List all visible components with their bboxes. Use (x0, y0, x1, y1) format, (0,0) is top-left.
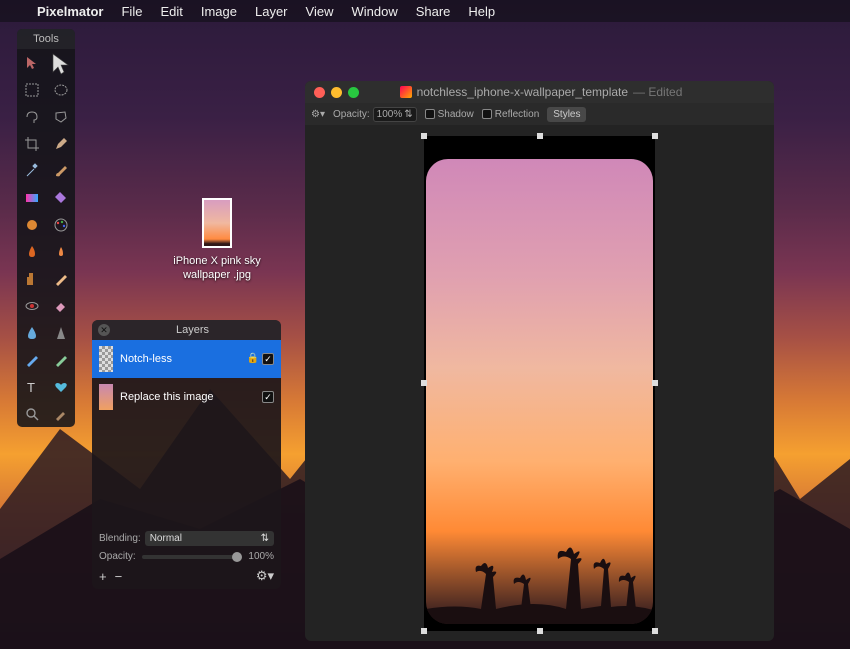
red-eye-tool[interactable] (17, 292, 46, 319)
add-layer-button[interactable]: + (99, 569, 107, 584)
layers-panel-title: Layers (110, 324, 275, 336)
tools-panel: Tools T (17, 29, 75, 427)
brush-tool[interactable] (46, 157, 75, 184)
lasso-tool[interactable] (17, 103, 46, 130)
toolbar-opacity-field[interactable]: 100%⇅ (373, 107, 417, 122)
gear-icon[interactable]: ⚙︎▾ (311, 109, 325, 120)
palm-silhouettes (426, 514, 653, 624)
eyedropper-tool[interactable] (46, 400, 75, 427)
dodge-tool[interactable] (46, 238, 75, 265)
layer-thumbnail (99, 346, 113, 372)
gradient-tool[interactable] (17, 184, 46, 211)
wand-tool[interactable] (17, 157, 46, 184)
tools-panel-title: Tools (17, 29, 75, 49)
layer-name: Notch-less (120, 353, 240, 365)
lock-icon[interactable]: 🔒 (247, 353, 259, 365)
resize-handle[interactable] (537, 628, 543, 634)
shadow-checkbox[interactable] (425, 109, 435, 119)
gear-icon[interactable]: ⚙︎▾ (256, 568, 274, 584)
heart-shape-tool[interactable] (46, 373, 75, 400)
rect-select-tool[interactable] (17, 76, 46, 103)
macos-menubar: Pixelmator File Edit Image Layer View Wi… (0, 0, 850, 22)
sharpen-tool[interactable] (46, 319, 75, 346)
svg-text:T: T (27, 380, 35, 395)
layers-panel: ✕ Layers Notch-less 🔒 Replace this image… (92, 320, 281, 589)
crop-tool[interactable] (17, 130, 46, 157)
shape-tool[interactable] (17, 211, 46, 238)
transform-tool[interactable] (46, 49, 75, 76)
blending-dropdown[interactable]: Normal⇅ (145, 531, 274, 546)
poly-lasso-tool[interactable] (46, 103, 75, 130)
window-close-button[interactable] (314, 87, 325, 98)
document-icon (400, 86, 412, 98)
canvas-area[interactable] (305, 125, 774, 641)
paint-tool[interactable] (46, 211, 75, 238)
desktop-file[interactable]: iPhone X pink sky wallpaper .jpg (172, 198, 262, 282)
close-icon[interactable]: ✕ (98, 324, 110, 336)
resize-handle[interactable] (421, 133, 427, 139)
opacity-value: 100% (248, 551, 274, 562)
burn-tool[interactable] (17, 238, 46, 265)
window-zoom-button[interactable] (348, 87, 359, 98)
clone-tool[interactable] (17, 265, 46, 292)
stepper-icon[interactable]: ⇅ (404, 109, 412, 120)
document-window: notchless_iphone-x-wallpaper_template — … (305, 81, 774, 641)
pencil-tool[interactable] (46, 265, 75, 292)
resize-handle[interactable] (537, 133, 543, 139)
opacity-label: Opacity: (99, 551, 136, 562)
reflection-label: Reflection (495, 109, 539, 120)
opacity-slider[interactable] (142, 555, 243, 559)
chevron-updown-icon: ⇅ (261, 533, 269, 544)
zoom-tool[interactable] (17, 400, 46, 427)
canvas-content[interactable] (424, 136, 655, 631)
menu-share[interactable]: Share (407, 4, 460, 19)
blending-label: Blending: (99, 533, 141, 544)
sponge-tool[interactable] (46, 346, 75, 373)
resize-handle[interactable] (652, 380, 658, 386)
remove-layer-button[interactable]: − (115, 569, 123, 584)
image-layer (426, 159, 653, 624)
layer-name: Replace this image (120, 391, 255, 403)
menu-image[interactable]: Image (192, 4, 246, 19)
menu-edit[interactable]: Edit (151, 4, 191, 19)
menu-layer[interactable]: Layer (246, 4, 297, 19)
resize-handle[interactable] (421, 628, 427, 634)
menu-help[interactable]: Help (459, 4, 504, 19)
pen-tool[interactable] (46, 130, 75, 157)
move-tool[interactable] (17, 49, 46, 76)
resize-handle[interactable] (652, 133, 658, 139)
document-toolbar: ⚙︎▾ Opacity: 100%⇅ Shadow Reflection Sty… (305, 103, 774, 125)
app-menu[interactable]: Pixelmator (28, 4, 112, 19)
menu-view[interactable]: View (297, 4, 343, 19)
visibility-checkbox[interactable] (262, 391, 274, 403)
reflection-checkbox[interactable] (482, 109, 492, 119)
file-name: iPhone X pink sky wallpaper .jpg (172, 254, 262, 282)
menu-window[interactable]: Window (342, 4, 406, 19)
resize-handle[interactable] (652, 628, 658, 634)
layer-row[interactable]: Replace this image (92, 378, 281, 416)
text-tool[interactable]: T (17, 373, 46, 400)
blur-tool[interactable] (17, 319, 46, 346)
visibility-checkbox[interactable] (262, 353, 274, 365)
menu-file[interactable]: File (112, 4, 151, 19)
smudge-tool[interactable] (17, 346, 46, 373)
layer-thumbnail (99, 384, 113, 410)
bucket-tool[interactable] (46, 184, 75, 211)
ellipse-select-tool[interactable] (46, 76, 75, 103)
toolbar-opacity-label: Opacity: (333, 109, 370, 120)
styles-button[interactable]: Styles (547, 107, 586, 122)
shadow-label: Shadow (438, 109, 474, 120)
window-titlebar[interactable]: notchless_iphone-x-wallpaper_template — … (305, 81, 774, 103)
file-thumbnail (202, 198, 232, 248)
document-title: notchless_iphone-x-wallpaper_template — … (368, 85, 714, 99)
resize-handle[interactable] (421, 380, 427, 386)
eraser-tool[interactable] (46, 292, 75, 319)
layer-row[interactable]: Notch-less 🔒 (92, 340, 281, 378)
window-minimize-button[interactable] (331, 87, 342, 98)
